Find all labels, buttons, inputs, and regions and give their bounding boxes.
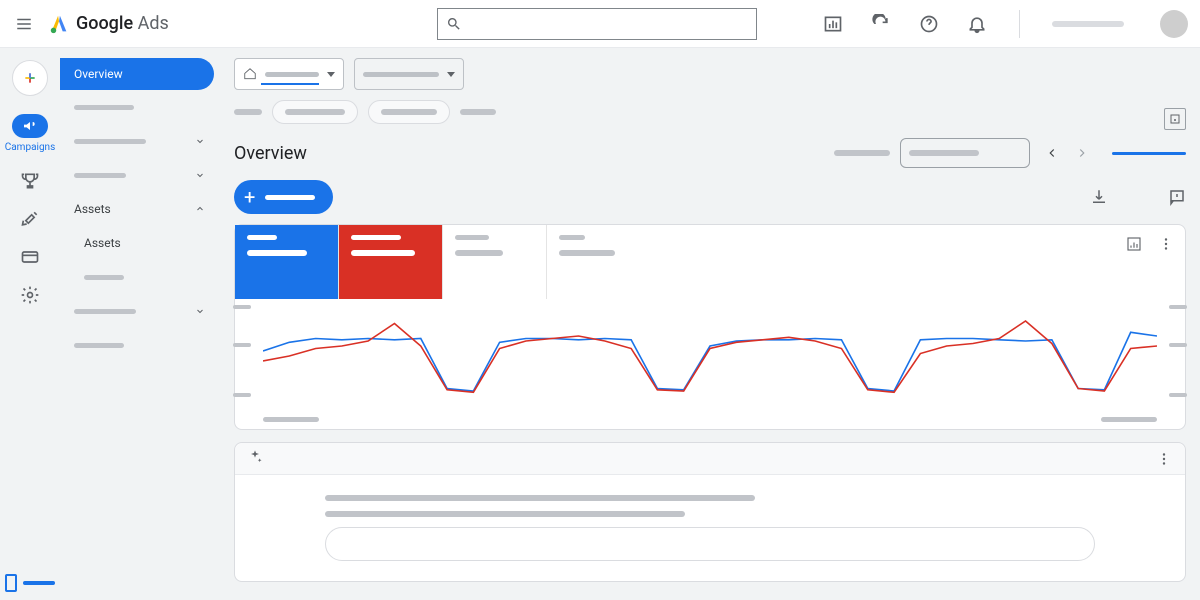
brand-logo[interactable]: Google Ads bbox=[48, 13, 169, 35]
account-selector[interactable] bbox=[234, 58, 344, 90]
download-icon[interactable] bbox=[1090, 188, 1108, 206]
reports-icon[interactable] bbox=[823, 14, 843, 34]
account-name[interactable] bbox=[1052, 21, 1124, 27]
nav-assets-group[interactable]: Assets bbox=[60, 192, 220, 226]
nav-item[interactable] bbox=[60, 158, 220, 192]
top-bar: Google Ads bbox=[0, 0, 1200, 48]
expand-chart-icon[interactable] bbox=[1125, 235, 1143, 253]
filter-chip[interactable] bbox=[272, 100, 358, 124]
filter-label bbox=[234, 109, 262, 115]
feedback-icon[interactable] bbox=[1168, 188, 1186, 206]
chevron-down-icon bbox=[194, 135, 206, 147]
secondary-nav: Overview Assets Assets bbox=[60, 48, 220, 600]
nav-item[interactable] bbox=[60, 90, 220, 124]
metric-tab[interactable] bbox=[547, 225, 651, 299]
nav-label: Assets bbox=[84, 236, 121, 250]
create-button[interactable] bbox=[12, 60, 48, 96]
metric-tab-impressions[interactable] bbox=[339, 225, 443, 299]
new-campaign-button[interactable]: + bbox=[234, 180, 333, 214]
metrics-chart-card bbox=[234, 224, 1186, 430]
left-rail: Campaigns bbox=[0, 48, 60, 600]
search-icon bbox=[446, 16, 462, 32]
date-next[interactable] bbox=[1070, 141, 1094, 165]
brand-text: Google Ads bbox=[76, 13, 169, 34]
nav-item[interactable] bbox=[60, 328, 220, 362]
sparkle-icon bbox=[247, 449, 263, 469]
chart-legend-item bbox=[1101, 417, 1157, 422]
rail-footer[interactable] bbox=[0, 574, 60, 592]
google-ads-logo-icon bbox=[48, 13, 70, 35]
nav-label: Assets bbox=[74, 202, 111, 216]
page-title: Overview bbox=[234, 143, 307, 164]
tools-icon[interactable] bbox=[20, 209, 40, 229]
filter-chip[interactable] bbox=[368, 100, 450, 124]
plus-icon: + bbox=[244, 187, 255, 207]
performance-chart bbox=[235, 299, 1185, 429]
insight-input[interactable] bbox=[325, 527, 1095, 561]
chevron-up-icon bbox=[194, 203, 206, 215]
nav-assets-item[interactable]: Assets bbox=[60, 226, 220, 260]
metric-tab[interactable] bbox=[443, 225, 547, 299]
insights-card bbox=[234, 442, 1186, 582]
notifications-icon[interactable] bbox=[967, 14, 987, 34]
refresh-icon[interactable] bbox=[871, 14, 891, 34]
nav-item[interactable] bbox=[60, 124, 220, 158]
compare-label bbox=[834, 150, 890, 156]
search-input[interactable] bbox=[437, 8, 757, 40]
nav-overview[interactable]: Overview bbox=[60, 58, 214, 90]
chart-legend-item bbox=[263, 417, 319, 422]
main-content: Overview + bbox=[220, 48, 1200, 600]
nav-item[interactable] bbox=[60, 260, 220, 294]
megaphone-icon bbox=[22, 118, 38, 134]
save-view-icon[interactable] bbox=[1164, 108, 1186, 130]
date-prev[interactable] bbox=[1040, 141, 1064, 165]
chevron-down-icon bbox=[194, 169, 206, 181]
insight-heading bbox=[325, 495, 755, 501]
nav-item[interactable] bbox=[60, 294, 220, 328]
home-icon bbox=[243, 67, 257, 81]
more-icon[interactable] bbox=[1155, 450, 1173, 468]
insight-subheading bbox=[325, 511, 685, 517]
date-range-picker[interactable] bbox=[900, 138, 1030, 168]
rail-campaigns[interactable]: Campaigns bbox=[5, 114, 56, 153]
trophy-icon[interactable] bbox=[20, 171, 40, 191]
settings-icon[interactable] bbox=[20, 285, 40, 305]
campaign-selector[interactable] bbox=[354, 58, 464, 90]
help-icon[interactable] bbox=[919, 14, 939, 34]
more-icon[interactable] bbox=[1157, 235, 1175, 253]
billing-icon[interactable] bbox=[20, 247, 40, 267]
add-filter[interactable] bbox=[460, 109, 496, 115]
metric-tab-clicks[interactable] bbox=[235, 225, 339, 299]
menu-icon[interactable] bbox=[12, 12, 36, 36]
date-range-bar bbox=[1112, 152, 1186, 155]
account-avatar[interactable] bbox=[1160, 10, 1188, 38]
rail-campaigns-label: Campaigns bbox=[5, 142, 56, 153]
chevron-down-icon bbox=[194, 305, 206, 317]
